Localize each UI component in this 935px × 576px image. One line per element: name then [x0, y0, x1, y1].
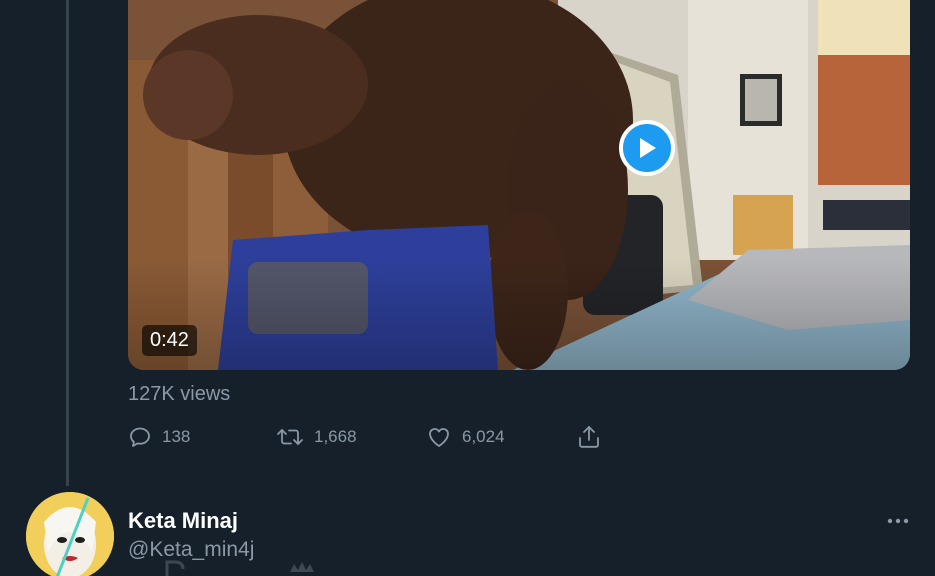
- like-button[interactable]: 6,024: [426, 422, 505, 452]
- share-icon: [579, 426, 599, 448]
- faded-watermark: [165, 560, 314, 576]
- share-button[interactable]: [576, 422, 602, 452]
- reply-icon: [130, 427, 150, 447]
- tweet-video[interactable]: 0:42: [128, 0, 910, 370]
- video-shade: [128, 0, 910, 370]
- reply-button[interactable]: 138: [128, 422, 190, 452]
- retweet-count: 1,668: [314, 427, 357, 446]
- play-icon: [640, 138, 656, 158]
- like-count: 6,024: [462, 427, 505, 446]
- more-options-button[interactable]: [884, 511, 912, 531]
- display-name[interactable]: Keta Minaj: [128, 508, 238, 534]
- heart-icon: [429, 428, 449, 447]
- avatar[interactable]: [26, 492, 114, 576]
- view-count: 127K views: [128, 383, 231, 405]
- retweet-button[interactable]: 1,668: [276, 422, 357, 452]
- timeline: 0:42 127K views 138 1,668 6,024 Keta Min…: [0, 0, 935, 576]
- avatar-image: [26, 492, 114, 576]
- more-icon: [887, 518, 909, 524]
- thread-connector-line: [66, 0, 69, 486]
- play-button[interactable]: [619, 120, 675, 176]
- reply-count: 138: [162, 427, 191, 446]
- retweet-icon: [277, 429, 303, 445]
- video-duration-badge: 0:42: [142, 325, 197, 356]
